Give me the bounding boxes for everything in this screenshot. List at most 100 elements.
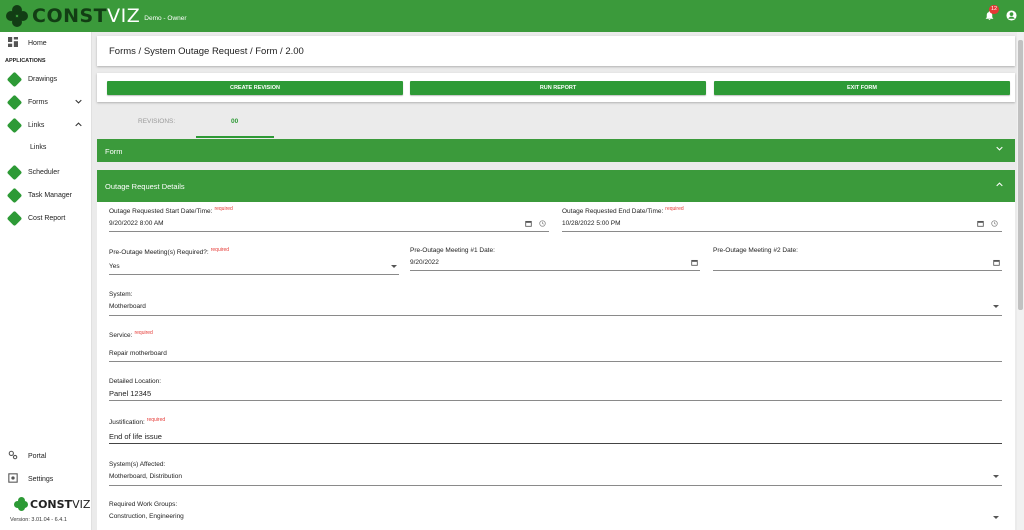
service-input[interactable]: Repair motherboard bbox=[109, 350, 167, 357]
clock-icon[interactable] bbox=[991, 220, 998, 227]
clock-icon[interactable] bbox=[539, 220, 546, 227]
exit-form-button[interactable]: EXIT FORM bbox=[714, 81, 1010, 95]
work-groups-select[interactable]: Construction, Engineering bbox=[109, 513, 184, 520]
justification-input[interactable]: End of life issue bbox=[109, 432, 162, 441]
detailed-location-underline bbox=[109, 400, 1002, 401]
justification-label-text: Justification: bbox=[109, 419, 145, 426]
justification-label: Justification: required bbox=[109, 417, 166, 426]
form-section-header[interactable]: Form bbox=[97, 139, 1015, 162]
systems-affected-underline bbox=[109, 485, 1002, 486]
sidebar-item-drawings[interactable]: Drawings bbox=[0, 70, 92, 88]
sidebar-item-forms[interactable]: Forms bbox=[0, 93, 92, 111]
calendar-icon[interactable] bbox=[525, 220, 532, 227]
sidebar-item-cost-report[interactable]: Cost Report bbox=[0, 209, 92, 227]
footer-brand-name: CONSTVIZ bbox=[30, 498, 90, 511]
pre-meeting-required-underline bbox=[109, 274, 399, 275]
start-datetime-label-text: Outage Requested Start Date/Time: bbox=[109, 208, 213, 215]
service-label-text: Service: bbox=[109, 332, 133, 339]
meeting1-date-underline bbox=[410, 270, 700, 271]
app-logo[interactable]: CONSTVIZ bbox=[6, 5, 140, 27]
outage-details-form: Outage Requested Start Date/Time: require… bbox=[97, 202, 1015, 530]
links-icon bbox=[6, 117, 23, 134]
scrollbar-thumb[interactable] bbox=[1018, 40, 1023, 310]
active-tab-indicator bbox=[196, 136, 274, 138]
detailed-location-label: Detailed Location: bbox=[109, 378, 162, 385]
system-label: System: bbox=[109, 291, 133, 298]
detailed-location-input[interactable]: Panel 12345 bbox=[109, 389, 151, 398]
sidebar-item-home[interactable]: Home bbox=[0, 34, 92, 52]
revisions-label: REVISIONS: bbox=[138, 118, 176, 125]
required-indicator: required bbox=[134, 330, 153, 336]
required-indicator: required bbox=[210, 247, 230, 253]
account-icon[interactable] bbox=[1006, 10, 1018, 22]
sidebar-item-label: Home bbox=[28, 39, 47, 47]
outage-details-section-header[interactable]: Outage Request Details bbox=[97, 170, 1015, 202]
organization-name: Demo - Owner bbox=[144, 14, 187, 22]
breadcrumb: Forms / System Outage Request / Form / 2… bbox=[97, 36, 1015, 66]
settings-icon bbox=[8, 473, 20, 485]
sidebar-item-label: Scheduler bbox=[28, 168, 60, 176]
sidebar-item-label: Drawings bbox=[28, 75, 58, 83]
systems-affected-label: System(s) Affected: bbox=[109, 461, 166, 468]
pre-meeting-required-label: Pre-Outage Meeting(s) Required?: required bbox=[109, 247, 230, 256]
end-datetime-input[interactable]: 10/28/2022 5:00 PM bbox=[562, 220, 621, 227]
sidebar-item-links[interactable]: Links bbox=[0, 116, 92, 134]
chevron-down-icon bbox=[75, 98, 82, 107]
version-text: Version: 3.01.04 - 6.4.1 bbox=[10, 517, 67, 523]
action-toolbar: CREATE REVISION RUN REPORT EXIT FORM bbox=[97, 73, 1015, 102]
service-underline bbox=[109, 361, 1002, 362]
dropdown-arrow-icon[interactable] bbox=[993, 475, 999, 478]
chevron-up-icon bbox=[75, 121, 82, 130]
chevron-down-icon bbox=[996, 144, 1003, 154]
required-indicator: required bbox=[214, 206, 233, 212]
sidebar: Home APPLICATIONS Drawings Forms Links L… bbox=[0, 32, 92, 530]
calendar-icon[interactable] bbox=[691, 259, 698, 266]
required-indicator: required bbox=[146, 417, 166, 423]
portal-icon bbox=[8, 450, 20, 462]
sidebar-item-settings[interactable]: Settings bbox=[0, 470, 92, 488]
clover-logo-icon bbox=[6, 5, 28, 27]
dropdown-arrow-icon[interactable] bbox=[993, 305, 999, 308]
meeting2-date-underline bbox=[713, 270, 1002, 271]
sidebar-item-scheduler[interactable]: Scheduler bbox=[0, 163, 92, 181]
meeting1-date-input[interactable]: 9/20/2022 bbox=[410, 259, 439, 266]
create-revision-button[interactable]: CREATE REVISION bbox=[107, 81, 403, 95]
required-indicator: required bbox=[665, 206, 684, 212]
brand-primary: CONST bbox=[32, 5, 108, 27]
sidebar-item-portal[interactable]: Portal bbox=[0, 447, 92, 465]
sidebar-item-label: Forms bbox=[28, 98, 48, 106]
drawings-icon bbox=[6, 71, 23, 88]
footer-brand-primary: CONST bbox=[30, 497, 73, 511]
calendar-icon[interactable] bbox=[977, 220, 984, 227]
sidebar-item-label: Task Manager bbox=[28, 191, 72, 199]
sidebar-item-label: Settings bbox=[28, 475, 54, 483]
system-select[interactable]: Motherboard bbox=[109, 303, 146, 310]
brand-secondary: VIZ bbox=[107, 5, 141, 27]
start-datetime-input[interactable]: 9/20/2022 8:00 AM bbox=[109, 220, 164, 227]
forms-icon bbox=[6, 94, 23, 111]
outage-details-section-title: Outage Request Details bbox=[105, 182, 185, 191]
tab-revision-00[interactable]: 00 bbox=[231, 118, 238, 125]
calendar-icon[interactable] bbox=[993, 259, 1000, 266]
run-report-button[interactable]: RUN REPORT bbox=[410, 81, 706, 95]
revisions-tabs: REVISIONS: 00 bbox=[97, 108, 1015, 138]
chevron-up-icon bbox=[996, 180, 1003, 190]
sidebar-item-label: Links bbox=[28, 121, 45, 129]
justification-underline bbox=[109, 443, 1002, 444]
dropdown-arrow-icon[interactable] bbox=[391, 265, 397, 268]
pre-meeting-required-select[interactable]: Yes bbox=[109, 263, 120, 270]
systems-affected-select[interactable]: Motherboard, Distribution bbox=[109, 473, 182, 480]
footer-brand-secondary: VIZ bbox=[72, 497, 91, 511]
dropdown-arrow-icon[interactable] bbox=[993, 516, 999, 519]
cost-report-icon bbox=[6, 210, 23, 227]
sidebar-item-task-manager[interactable]: Task Manager bbox=[0, 186, 92, 204]
pre-meeting-required-label-text: Pre-Outage Meeting(s) Required?: bbox=[109, 249, 209, 256]
top-app-bar: CONSTVIZ Demo - Owner bbox=[0, 0, 1024, 32]
start-datetime-underline bbox=[109, 231, 549, 232]
dashboard-grid-icon bbox=[8, 37, 20, 49]
scheduler-icon bbox=[6, 164, 23, 181]
meeting1-date-label: Pre-Outage Meeting #1 Date: bbox=[410, 247, 495, 254]
end-datetime-label-text: Outage Requested End Date/Time: bbox=[562, 208, 664, 215]
sidebar-subitem-links[interactable]: Links bbox=[30, 144, 46, 151]
form-section-title: Form bbox=[105, 147, 123, 156]
